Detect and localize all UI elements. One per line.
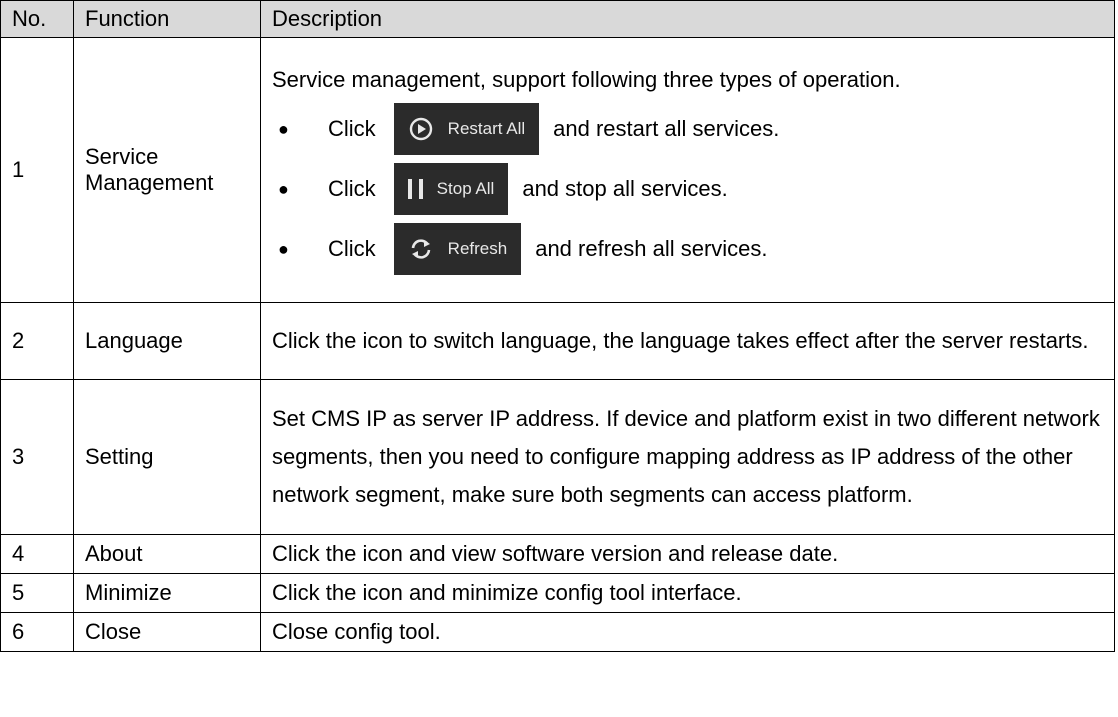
restart-icon xyxy=(409,117,432,141)
table-row: 3 Setting Set CMS IP as server IP addres… xyxy=(0,379,1115,535)
row-function: Setting xyxy=(73,379,261,535)
restart-all-button[interactable]: Restart All xyxy=(393,103,540,155)
header-no: No. xyxy=(0,0,74,38)
refresh-button[interactable]: Refresh xyxy=(393,223,522,275)
row-function: Language xyxy=(73,302,261,380)
header-function: Function xyxy=(73,0,261,38)
stop-all-label: Stop All xyxy=(436,179,495,198)
description-intro: Service management, support following th… xyxy=(272,67,901,92)
row-description: Click the icon to switch language, the l… xyxy=(260,302,1115,380)
row-description: Service management, support following th… xyxy=(260,37,1115,303)
row-description: Set CMS IP as server IP address. If devi… xyxy=(260,379,1115,535)
row-description: Click the icon and view software version… xyxy=(260,534,1115,574)
bullet-item: ● Click Stop All and stop all services. xyxy=(272,159,1106,219)
stop-all-button[interactable]: Stop All xyxy=(393,163,509,215)
table-row: 4 About Click the icon and view software… xyxy=(0,534,1115,574)
document-page: No. Function Description 1 Service Manag… xyxy=(0,0,1118,717)
row-number: 4 xyxy=(0,534,74,574)
pause-icon xyxy=(407,176,423,202)
bullet-suffix: and stop all services. xyxy=(522,176,728,201)
row-number: 1 xyxy=(0,37,74,303)
row-description: Close config tool. xyxy=(260,612,1115,652)
row-function: Service Management xyxy=(73,37,261,303)
table-row: 5 Minimize Click the icon and minimize c… xyxy=(0,573,1115,613)
bullet-icon: ● xyxy=(278,239,289,259)
click-word: Click xyxy=(328,116,376,141)
table-row: 1 Service Management Service management,… xyxy=(0,37,1115,303)
bullet-item: ● Click Refresh and refresh all services… xyxy=(272,219,1106,279)
bullet-icon: ● xyxy=(278,179,289,199)
row-description: Click the icon and minimize config tool … xyxy=(260,573,1115,613)
bullet-icon: ● xyxy=(278,119,289,139)
bullet-suffix: and refresh all services. xyxy=(535,236,768,261)
row-number: 6 xyxy=(0,612,74,652)
row-function: Close xyxy=(73,612,261,652)
function-table: No. Function Description 1 Service Manag… xyxy=(0,0,1115,652)
bullet-item: ● Click Restart All and restart all serv… xyxy=(272,99,1106,159)
click-word: Click xyxy=(328,236,376,261)
row-function: About xyxy=(73,534,261,574)
header-description: Description xyxy=(260,0,1115,38)
restart-all-label: Restart All xyxy=(447,119,526,138)
row-number: 3 xyxy=(0,379,74,535)
refresh-label: Refresh xyxy=(447,239,508,258)
row-number: 5 xyxy=(0,573,74,613)
click-word: Click xyxy=(328,176,376,201)
table-row: 2 Language Click the icon to switch lang… xyxy=(0,302,1115,380)
row-function: Minimize xyxy=(73,573,261,613)
refresh-icon xyxy=(411,239,430,259)
row-number: 2 xyxy=(0,302,74,380)
table-header-row: No. Function Description xyxy=(0,0,1115,38)
table-row: 6 Close Close config tool. xyxy=(0,612,1115,652)
bullet-suffix: and restart all services. xyxy=(553,116,780,141)
